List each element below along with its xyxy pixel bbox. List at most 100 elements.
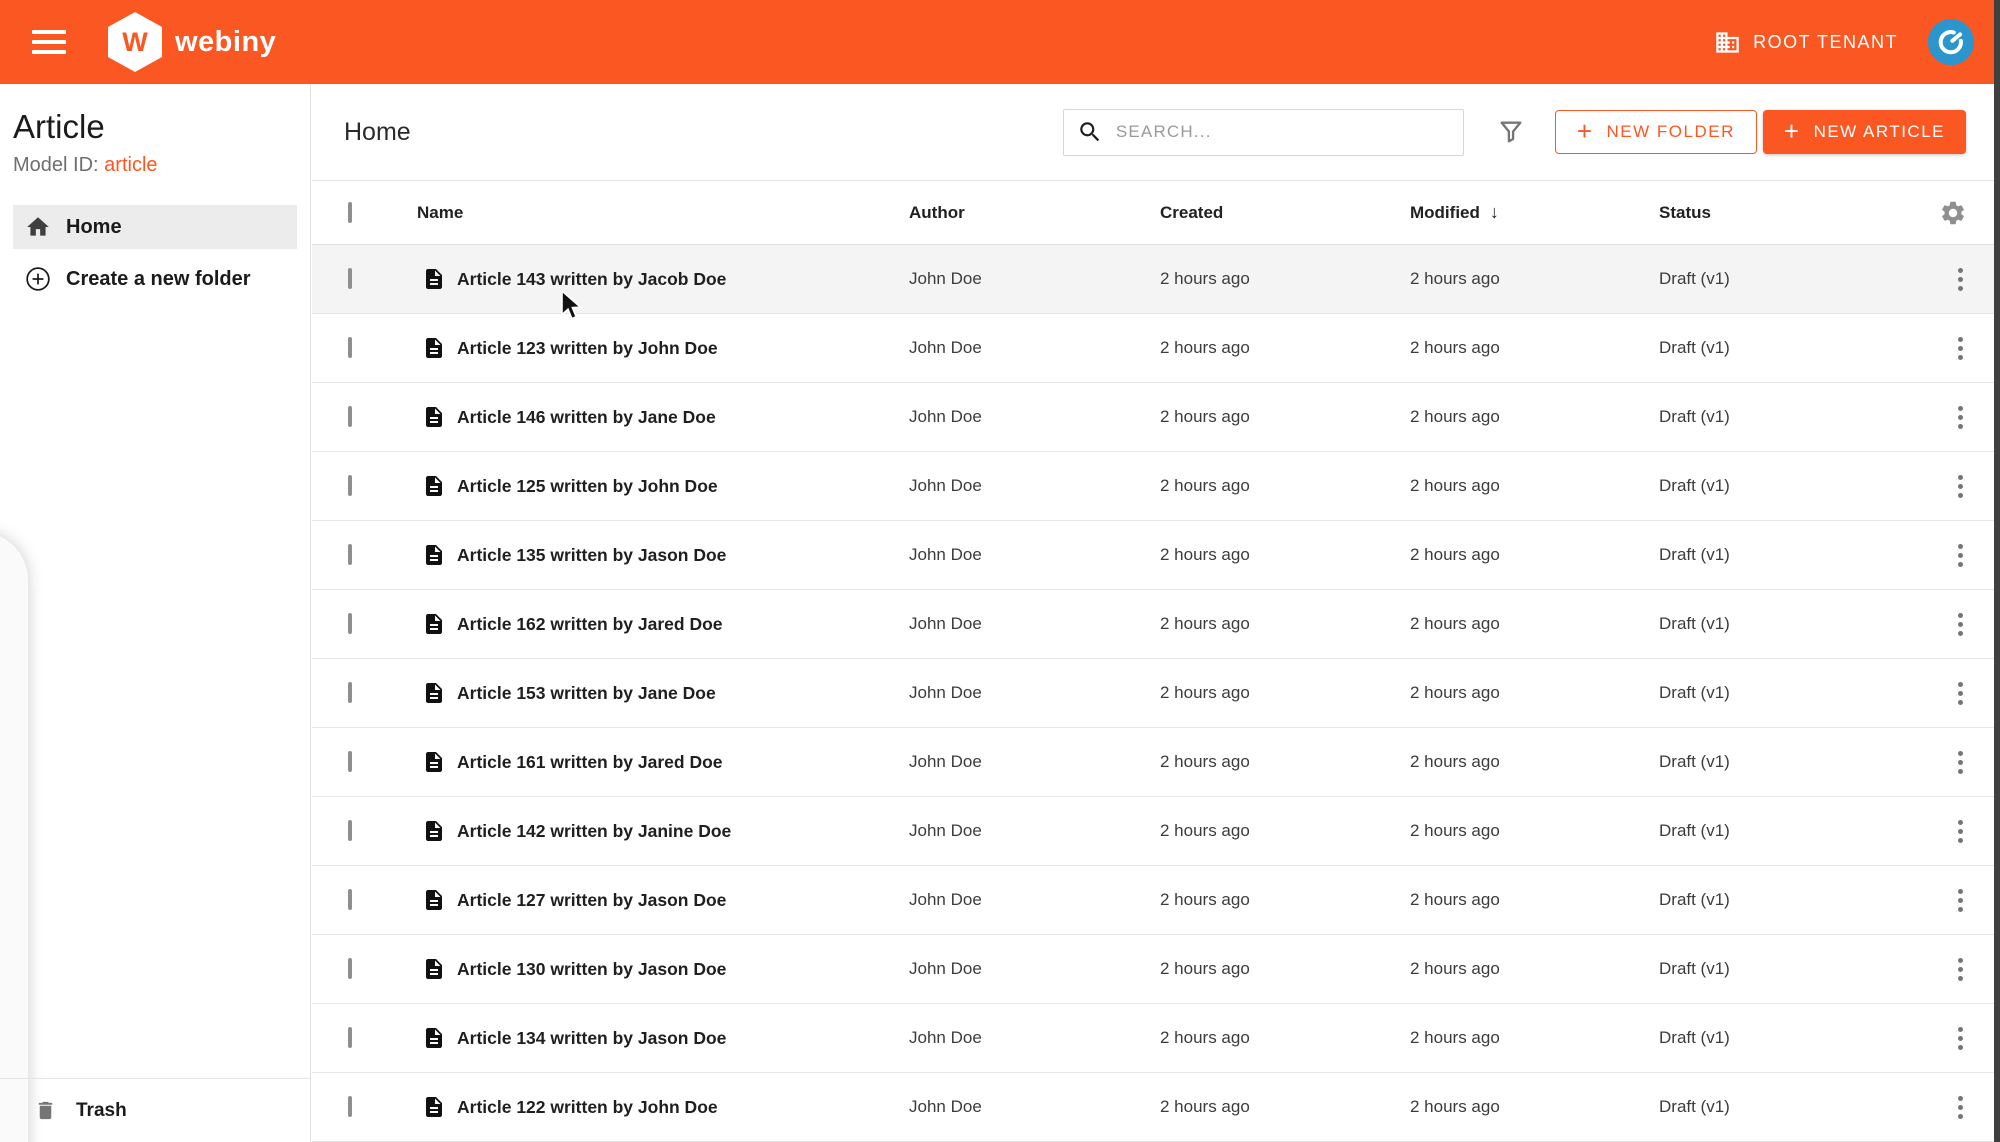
row-checkbox[interactable] <box>348 820 352 841</box>
window-scrollbar[interactable] <box>1994 0 2000 1142</box>
row-name[interactable]: Article 143 written by Jacob Doe <box>457 269 726 290</box>
column-header-name[interactable]: Name <box>412 203 909 223</box>
home-icon <box>27 217 49 236</box>
row-modified: 2 hours ago <box>1410 476 1500 495</box>
row-checkbox[interactable] <box>348 1027 352 1048</box>
row-status: Draft (v1) <box>1659 752 1730 771</box>
row-modified: 2 hours ago <box>1410 890 1500 909</box>
row-checkbox[interactable] <box>348 613 352 634</box>
row-checkbox[interactable] <box>348 544 352 565</box>
table-row[interactable]: Article 122 written by John Doe John Doe… <box>312 1073 1994 1142</box>
row-options-kebab-icon[interactable] <box>1954 264 1967 295</box>
row-modified: 2 hours ago <box>1410 752 1500 771</box>
table-row[interactable]: Article 135 written by Jason Doe John Do… <box>312 521 1994 590</box>
row-author: John Doe <box>909 545 982 564</box>
row-status: Draft (v1) <box>1659 1097 1730 1116</box>
table-row[interactable]: Article 134 written by Jason Doe John Do… <box>312 1004 1994 1073</box>
table-row[interactable]: Article 153 written by Jane Doe John Doe… <box>312 659 1994 728</box>
row-created: 2 hours ago <box>1160 338 1250 357</box>
menu-icon[interactable] <box>32 30 66 54</box>
row-options-kebab-icon[interactable] <box>1954 402 1967 433</box>
row-name[interactable]: Article 161 written by Jared Doe <box>457 752 723 773</box>
row-options-kebab-icon[interactable] <box>1954 333 1967 364</box>
row-checkbox[interactable] <box>348 337 352 358</box>
row-options-kebab-icon[interactable] <box>1954 1092 1967 1123</box>
document-icon <box>422 819 446 843</box>
row-name[interactable]: Article 142 written by Janine Doe <box>457 821 731 842</box>
row-name[interactable]: Article 146 written by Jane Doe <box>457 407 716 428</box>
table-row[interactable]: Article 125 written by John Doe John Doe… <box>312 452 1994 521</box>
row-name[interactable]: Article 135 written by Jason Doe <box>457 545 726 566</box>
row-author: John Doe <box>909 338 982 357</box>
sidebar-item-home[interactable]: Home <box>13 205 297 249</box>
row-options-kebab-icon[interactable] <box>1954 678 1967 709</box>
row-name[interactable]: Article 123 written by John Doe <box>457 338 718 359</box>
row-options-kebab-icon[interactable] <box>1954 540 1967 571</box>
table-row[interactable]: Article 161 written by Jared Doe John Do… <box>312 728 1994 797</box>
table-row[interactable]: Article 162 written by Jared Doe John Do… <box>312 590 1994 659</box>
row-author: John Doe <box>909 269 982 288</box>
row-name[interactable]: Article 130 written by Jason Doe <box>457 959 726 980</box>
row-checkbox[interactable] <box>348 682 352 703</box>
row-options-kebab-icon[interactable] <box>1954 816 1967 847</box>
document-icon <box>422 267 446 291</box>
user-avatar[interactable] <box>1928 19 1974 65</box>
document-icon <box>422 888 446 912</box>
column-header-modified[interactable]: Modified ↓ <box>1410 202 1659 223</box>
create-folder-item[interactable]: Create a new folder <box>13 257 297 301</box>
building-icon <box>1716 31 1739 53</box>
breadcrumb-home[interactable]: Home <box>344 118 411 147</box>
new-article-button[interactable]: + NEW ARTICLE <box>1762 110 1966 154</box>
row-name[interactable]: Article 153 written by Jane Doe <box>457 683 716 704</box>
trash-icon <box>38 1101 53 1120</box>
row-options-kebab-icon[interactable] <box>1954 471 1967 502</box>
column-settings-gear-icon[interactable] <box>1939 199 1967 227</box>
brand-wordmark: webiny <box>175 25 277 58</box>
table-row[interactable]: Article 143 written by Jacob Doe John Do… <box>312 245 1994 314</box>
row-options-kebab-icon[interactable] <box>1954 885 1967 916</box>
row-name[interactable]: Article 125 written by John Doe <box>457 476 718 497</box>
row-modified: 2 hours ago <box>1410 545 1500 564</box>
row-options-kebab-icon[interactable] <box>1954 954 1967 985</box>
select-all-checkbox[interactable] <box>348 201 352 223</box>
row-checkbox[interactable] <box>348 751 352 772</box>
row-checkbox[interactable] <box>348 1096 352 1117</box>
row-created: 2 hours ago <box>1160 269 1250 288</box>
search-box[interactable] <box>1062 108 1464 156</box>
row-checkbox[interactable] <box>348 958 352 979</box>
row-options-kebab-icon[interactable] <box>1954 1023 1967 1054</box>
document-icon <box>422 750 446 774</box>
row-checkbox[interactable] <box>348 889 352 910</box>
row-status: Draft (v1) <box>1659 614 1730 633</box>
column-header-created[interactable]: Created <box>1160 203 1410 223</box>
row-status: Draft (v1) <box>1659 821 1730 840</box>
sidebar-item-trash[interactable]: Trash <box>0 1078 310 1142</box>
table-row[interactable]: Article 146 written by Jane Doe John Doe… <box>312 383 1994 452</box>
table-row[interactable]: Article 130 written by Jason Doe John Do… <box>312 935 1994 1004</box>
row-created: 2 hours ago <box>1160 959 1250 978</box>
tenant-selector[interactable]: ROOT TENANT <box>1714 29 1898 56</box>
row-name[interactable]: Article 122 written by John Doe <box>457 1097 718 1118</box>
row-checkbox[interactable] <box>348 268 352 289</box>
row-author: John Doe <box>909 407 982 426</box>
row-checkbox[interactable] <box>348 406 352 427</box>
table-row[interactable]: Article 142 written by Janine Doe John D… <box>312 797 1994 866</box>
filter-button[interactable] <box>1497 118 1525 146</box>
new-folder-button[interactable]: + NEW FOLDER <box>1554 110 1757 154</box>
row-status: Draft (v1) <box>1659 476 1730 495</box>
table-row[interactable]: Article 127 written by Jason Doe John Do… <box>312 866 1994 935</box>
model-id-value[interactable]: article <box>104 154 157 176</box>
row-options-kebab-icon[interactable] <box>1954 747 1967 778</box>
table-row[interactable]: Article 123 written by John Doe John Doe… <box>312 314 1994 383</box>
row-name[interactable]: Article 127 written by Jason Doe <box>457 890 726 911</box>
row-checkbox[interactable] <box>348 475 352 496</box>
column-header-author[interactable]: Author <box>909 203 1160 223</box>
column-header-status[interactable]: Status <box>1659 203 1872 223</box>
webiny-logo[interactable]: W webiny <box>108 12 276 72</box>
row-modified: 2 hours ago <box>1410 1028 1500 1047</box>
plus-circle-icon <box>26 267 50 291</box>
row-name[interactable]: Article 162 written by Jared Doe <box>457 614 723 635</box>
row-name[interactable]: Article 134 written by Jason Doe <box>457 1028 726 1049</box>
row-options-kebab-icon[interactable] <box>1954 609 1967 640</box>
search-input[interactable] <box>1115 122 1436 142</box>
